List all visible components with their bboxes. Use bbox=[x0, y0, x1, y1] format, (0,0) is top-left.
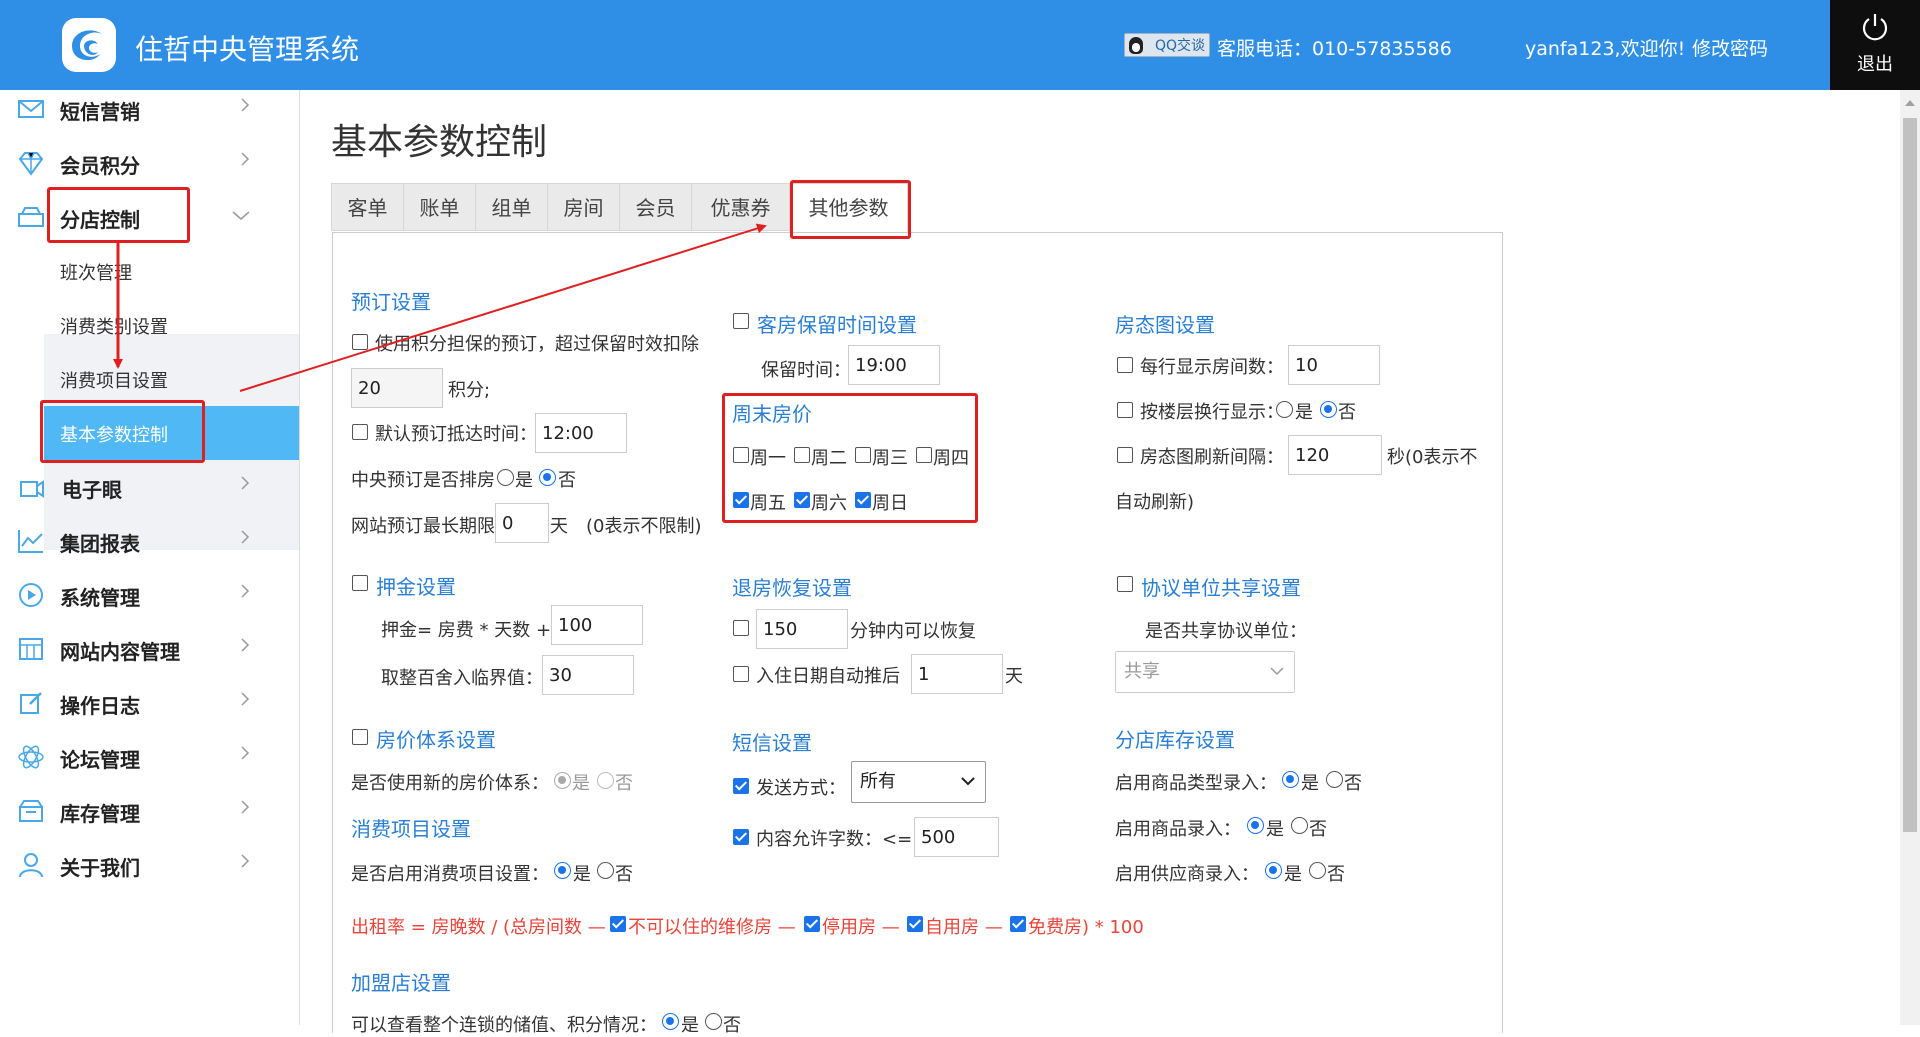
annotation-arrows bbox=[113, 223, 767, 392]
arrow-to-tab bbox=[239, 223, 767, 392]
scrollbar-thumb[interactable] bbox=[1903, 118, 1917, 832]
scroll-up-arrow-icon[interactable] bbox=[1903, 98, 1917, 108]
